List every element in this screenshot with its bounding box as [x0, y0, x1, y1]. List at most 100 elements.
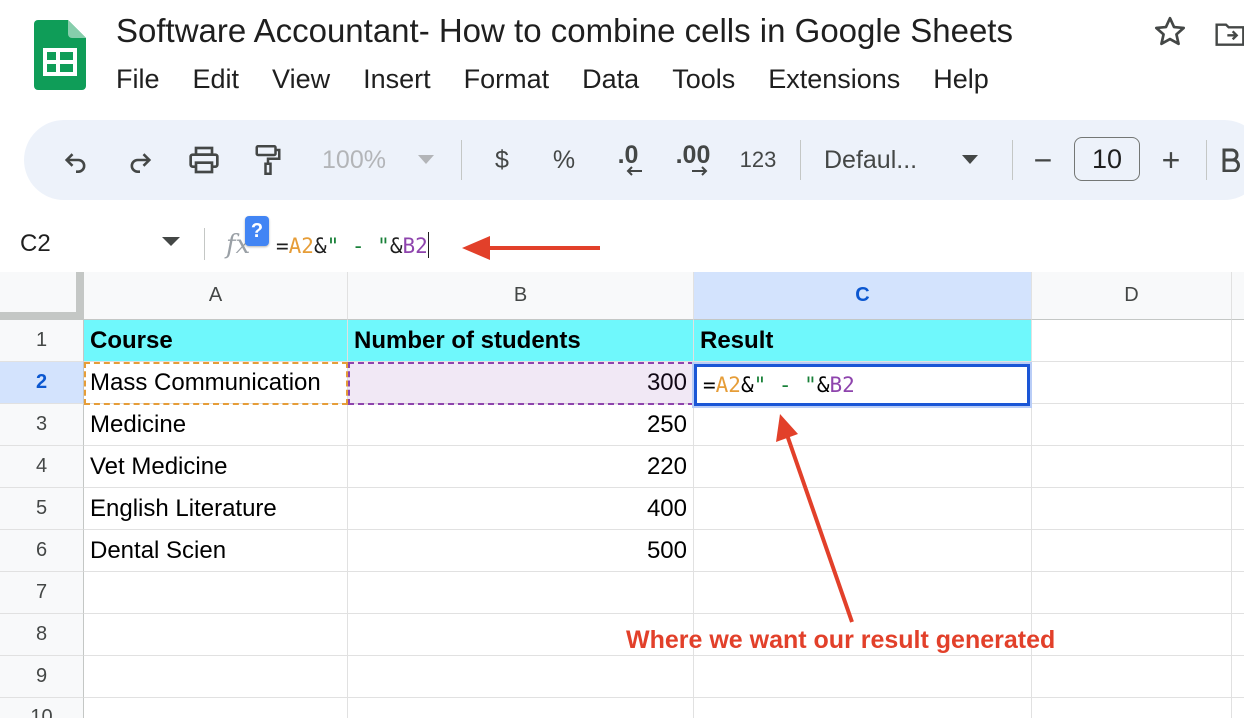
cell-d6[interactable] [1032, 530, 1232, 572]
star-icon[interactable] [1152, 14, 1188, 50]
redo-icon[interactable] [118, 120, 162, 200]
increase-decimal-button[interactable]: .00 [668, 120, 718, 200]
cell-c10[interactable] [694, 698, 1032, 718]
cell-b10[interactable] [348, 698, 694, 718]
cell-e2[interactable] [1232, 362, 1244, 404]
row-header-1[interactable]: 1 [0, 320, 84, 362]
zoom-chevron-down-icon[interactable] [414, 120, 438, 200]
cell-b9[interactable] [348, 656, 694, 698]
cell-e6[interactable] [1232, 530, 1244, 572]
row-header-10[interactable]: 10 [0, 698, 84, 718]
cell-a10[interactable] [84, 698, 348, 718]
increase-font-size-button[interactable]: + [1154, 120, 1188, 200]
formula-input[interactable]: =A2&" - "&B2 [276, 232, 430, 258]
menu-tools[interactable]: Tools [672, 64, 735, 95]
name-box-chevron-down-icon[interactable] [162, 237, 180, 246]
row-header-9[interactable]: 9 [0, 656, 84, 698]
paint-format-icon[interactable] [246, 120, 290, 200]
cell-e1[interactable] [1232, 320, 1244, 362]
menu-insert[interactable]: Insert [363, 64, 431, 95]
decrease-font-size-button[interactable]: − [1026, 120, 1060, 200]
menu-format[interactable]: Format [464, 64, 550, 95]
column-header-b[interactable]: B [348, 272, 694, 320]
more-formats-button[interactable]: 123 [732, 120, 784, 200]
formula-equals: = [276, 234, 289, 258]
cell-a1[interactable]: Course [84, 320, 348, 362]
cell-a8[interactable] [84, 614, 348, 656]
cell-e3[interactable] [1232, 404, 1244, 446]
cell-c1[interactable]: Result [694, 320, 1032, 362]
row-header-5[interactable]: 5 [0, 488, 84, 530]
cell-a6[interactable]: Dental Scien [84, 530, 348, 572]
cell-d7[interactable] [1032, 572, 1232, 614]
menu-data[interactable]: Data [582, 64, 639, 95]
column-header-c[interactable]: C [694, 272, 1032, 320]
active-cell-editor-c2[interactable]: = A2 & " - " & B2 [694, 364, 1030, 406]
zoom-select[interactable]: 100% [314, 120, 394, 200]
name-box[interactable]: C2 [20, 230, 51, 258]
font-select[interactable]: Defaul... [824, 120, 944, 200]
cell-d5[interactable] [1032, 488, 1232, 530]
move-to-folder-icon[interactable] [1214, 18, 1244, 50]
cell-a2[interactable]: Mass Communication [84, 362, 348, 404]
cell-c6[interactable] [694, 530, 1032, 572]
cell-b6[interactable]: 500 [348, 530, 694, 572]
cell-d4[interactable] [1032, 446, 1232, 488]
cell-d10[interactable] [1032, 698, 1232, 718]
formula-help-badge[interactable]: ? [245, 216, 269, 246]
column-header-a[interactable]: A [84, 272, 348, 320]
row-header-3[interactable]: 3 [0, 404, 84, 446]
document-title[interactable]: Software Accountant- How to combine cell… [116, 12, 1013, 50]
column-header-e[interactable] [1232, 272, 1244, 320]
google-sheets-icon[interactable] [34, 20, 86, 90]
cell-d2[interactable] [1032, 362, 1232, 404]
cell-c5[interactable] [694, 488, 1032, 530]
row-freeze-handle[interactable] [0, 312, 84, 320]
bold-icon[interactable] [1220, 120, 1244, 200]
cell-b4[interactable]: 220 [348, 446, 694, 488]
cell-c9[interactable] [694, 656, 1032, 698]
menu-extensions[interactable]: Extensions [768, 64, 900, 95]
cell-a7[interactable] [84, 572, 348, 614]
row-header-4[interactable]: 4 [0, 446, 84, 488]
menu-edit[interactable]: Edit [193, 64, 240, 95]
cell-d9[interactable] [1032, 656, 1232, 698]
cell-a4[interactable]: Vet Medicine [84, 446, 348, 488]
cell-a9[interactable] [84, 656, 348, 698]
cell-a3[interactable]: Medicine [84, 404, 348, 446]
cell-e4[interactable] [1232, 446, 1244, 488]
menu-view[interactable]: View [272, 64, 330, 95]
font-chevron-down-icon[interactable] [958, 120, 982, 200]
row-header-6[interactable]: 6 [0, 530, 84, 572]
cell-d8[interactable] [1032, 614, 1232, 656]
cell-e5[interactable] [1232, 488, 1244, 530]
cell-e10[interactable] [1232, 698, 1244, 718]
cell-b7[interactable] [348, 572, 694, 614]
cell-b5[interactable]: 400 [348, 488, 694, 530]
percent-format-button[interactable]: % [544, 120, 584, 200]
cell-b1[interactable]: Number of students [348, 320, 694, 362]
cell-a5[interactable]: English Literature [84, 488, 348, 530]
cell-d1[interactable] [1032, 320, 1232, 362]
menu-file[interactable]: File [116, 64, 160, 95]
cell-c3[interactable] [694, 404, 1032, 446]
print-icon[interactable] [182, 120, 226, 200]
row-header-2[interactable]: 2 [0, 362, 84, 404]
cell-c7[interactable] [694, 572, 1032, 614]
currency-format-button[interactable]: $ [482, 120, 522, 200]
row-header-7[interactable]: 7 [0, 572, 84, 614]
menu-help[interactable]: Help [933, 64, 989, 95]
column-header-d[interactable]: D [1032, 272, 1232, 320]
cell-d3[interactable] [1032, 404, 1232, 446]
cell-e8[interactable] [1232, 614, 1244, 656]
cell-b2[interactable]: 300 [348, 362, 694, 404]
decrease-decimal-button[interactable]: .0 [606, 120, 650, 200]
cell-b3[interactable]: 250 [348, 404, 694, 446]
cell-e9[interactable] [1232, 656, 1244, 698]
cell-e7[interactable] [1232, 572, 1244, 614]
row-header-8[interactable]: 8 [0, 614, 84, 656]
cell-c4[interactable] [694, 446, 1032, 488]
font-size-input[interactable]: 10 [1074, 137, 1140, 181]
undo-icon[interactable] [54, 120, 98, 200]
spreadsheet-grid: A B C D 1 2 3 4 5 6 7 8 9 10 Course Numb… [0, 272, 1244, 718]
